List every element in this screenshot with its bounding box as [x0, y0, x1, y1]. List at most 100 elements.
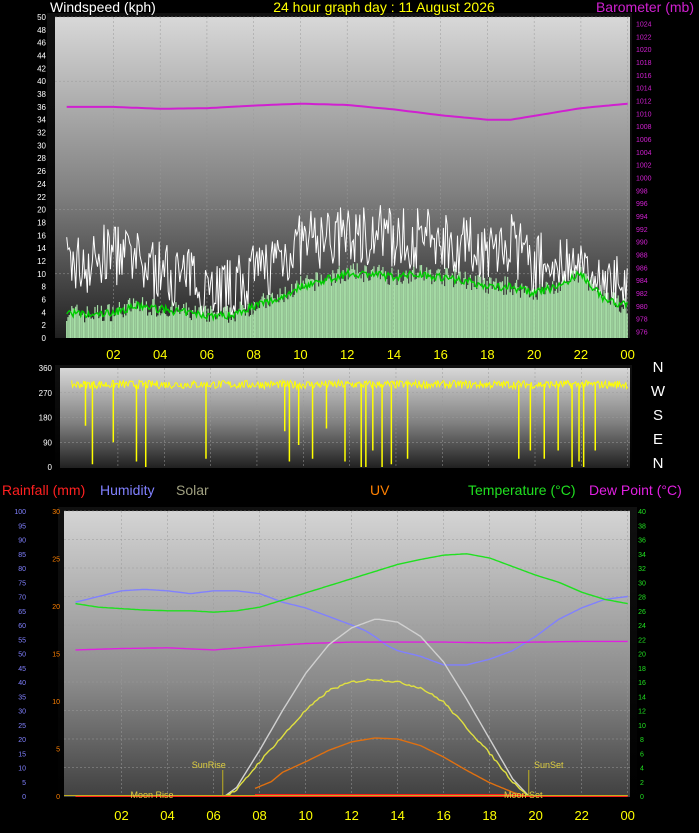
- temperature-tick-label: 16: [638, 680, 646, 687]
- temperature-tick-label: 28: [638, 595, 646, 602]
- temperature-tick-label: 18: [638, 666, 646, 673]
- uv-tick-label: 15: [52, 652, 60, 659]
- barometer-tick-label: 984: [636, 278, 648, 285]
- windspeed-axis-ticks: 0246810121416182022242628303234363840424…: [37, 13, 46, 343]
- weather-time-tick-label: 04: [160, 808, 174, 823]
- windspeed-tick-label: 40: [37, 77, 46, 86]
- weather-plot-area: [64, 511, 630, 797]
- barometer-tick-label: 990: [636, 240, 648, 247]
- humidity-tick-label: 45: [18, 666, 26, 673]
- wind-time-tick-label: 16: [433, 347, 447, 362]
- wind-time-tick-label: 06: [200, 347, 214, 362]
- weather-time-tick-label: 08: [252, 808, 266, 823]
- solar-legend: Solar: [176, 482, 209, 498]
- weather-time-tick-label: 12: [344, 808, 358, 823]
- wind-time-tick-label: 10: [293, 347, 307, 362]
- windspeed-tick-label: 12: [37, 257, 46, 266]
- temperature-tick-label: 2: [640, 780, 644, 787]
- weather-time-tick-label: 22: [574, 808, 588, 823]
- windspeed-tick-label: 48: [37, 26, 46, 35]
- barometer-tick-label: 1016: [636, 73, 652, 80]
- direction-tick-label: 0: [48, 463, 53, 472]
- humidity-tick-label: 50: [18, 652, 26, 659]
- windspeed-tick-label: 14: [37, 244, 46, 253]
- rainfall-legend: Rainfall (mm): [2, 482, 85, 498]
- windspeed-tick-label: 36: [37, 103, 46, 112]
- barometer-axis-ticks: 976 978 980 982 984 986 988 990 992 994 996 998 1000…: [636, 21, 652, 336]
- humidity-tick-label: 20: [18, 737, 26, 744]
- temperature-tick-label: 32: [638, 566, 646, 573]
- humidity-tick-label: 90: [18, 538, 26, 545]
- humidity-tick-label: 60: [18, 623, 26, 630]
- chart-title: 24 hour graph day : 11 August 2026: [273, 0, 495, 15]
- humidity-tick-label: 35: [18, 694, 26, 701]
- weather-time-tick-label: 06: [206, 808, 220, 823]
- windspeed-tick-label: 18: [37, 218, 46, 227]
- temperature-tick-label: 36: [638, 538, 646, 545]
- temperature-tick-label: 26: [638, 609, 646, 616]
- windspeed-tick-label: 22: [37, 193, 46, 202]
- windspeed-tick-label: 28: [37, 154, 46, 163]
- wind-time-axis-ticks: 02 04 06 08 10 12 14 16 18 20 22 00: [106, 347, 635, 362]
- moonrise-label: Moon Rise: [130, 790, 173, 800]
- temperature-tick-label: 6: [640, 751, 644, 758]
- wind-time-tick-label: 00: [620, 347, 634, 362]
- uv-tick-label: 25: [52, 557, 60, 564]
- uv-tick-label: 30: [52, 509, 60, 516]
- direction-panel: 090180270360 NWSEN: [39, 359, 666, 472]
- dewpoint-legend: Dew Point (°C): [589, 482, 682, 498]
- wind-panel: 0246810121416182022242628303234363840424…: [37, 0, 694, 362]
- humidity-tick-label: 85: [18, 552, 26, 559]
- wind-time-tick-label: 12: [340, 347, 354, 362]
- humidity-tick-label: 65: [18, 609, 26, 616]
- windspeed-tick-label: 8: [42, 283, 47, 292]
- windspeed-tick-label: 2: [42, 321, 47, 330]
- barometer-tick-label: 1022: [636, 34, 652, 41]
- temperature-tick-label: 0: [640, 794, 644, 801]
- temperature-tick-label: 4: [640, 766, 644, 773]
- windspeed-axis-title: Windspeed (kph): [50, 0, 156, 15]
- windspeed-tick-label: 44: [37, 52, 46, 61]
- barometer-tick-label: 1010: [636, 111, 652, 118]
- barometer-tick-label: 996: [636, 201, 648, 208]
- wind-time-tick-label: 04: [153, 347, 167, 362]
- humidity-tick-label: 75: [18, 580, 26, 587]
- windspeed-tick-label: 4: [42, 308, 47, 317]
- uv-legend: UV: [370, 482, 390, 498]
- windspeed-tick-label: 34: [37, 116, 46, 125]
- weather-time-tick-label: 00: [620, 808, 634, 823]
- wind-time-tick-label: 18: [480, 347, 494, 362]
- barometer-tick-label: 1000: [636, 176, 652, 183]
- barometer-axis-title: Barometer (mb): [596, 0, 694, 15]
- wind-time-tick-label: 22: [574, 347, 588, 362]
- compass-label-s: S: [653, 407, 663, 424]
- uv-tick-label: 0: [56, 794, 60, 801]
- weather-time-tick-label: 16: [436, 808, 450, 823]
- wind-time-tick-label: 08: [246, 347, 260, 362]
- windspeed-tick-label: 42: [37, 64, 46, 73]
- uv-tick-label: 5: [56, 747, 60, 754]
- barometer-tick-label: 1018: [636, 60, 652, 67]
- humidity-tick-label: 40: [18, 680, 26, 687]
- humidity-tick-label: 95: [18, 523, 26, 530]
- windspeed-tick-label: 30: [37, 141, 46, 150]
- compass-label-n: N: [653, 455, 664, 472]
- weather-time-axis-ticks: 02 04 06 08 10 12 14 16 18 20 22 00: [114, 808, 635, 823]
- weather-time-tick-label: 20: [528, 808, 542, 823]
- barometer-tick-label: 1006: [636, 137, 652, 144]
- barometer-tick-label: 986: [636, 265, 648, 272]
- windspeed-tick-label: 46: [37, 39, 46, 48]
- temperature-tick-label: 24: [638, 623, 646, 630]
- windspeed-tick-label: 16: [37, 231, 46, 240]
- humidity-tick-label: 5: [22, 780, 26, 787]
- windspeed-tick-label: 32: [37, 129, 46, 138]
- compass-label-n: N: [653, 359, 664, 376]
- compass-label-w: W: [651, 383, 666, 400]
- sunrise-label: SunRise: [192, 760, 226, 770]
- barometer-tick-label: 1024: [636, 21, 652, 28]
- windspeed-tick-label: 20: [37, 206, 46, 215]
- weather-graph: 0246810121416182022242628303234363840424…: [2, 0, 694, 823]
- temperature-tick-label: 34: [638, 552, 646, 559]
- uv-tick-label: 10: [52, 699, 60, 706]
- windspeed-tick-label: 50: [37, 13, 46, 22]
